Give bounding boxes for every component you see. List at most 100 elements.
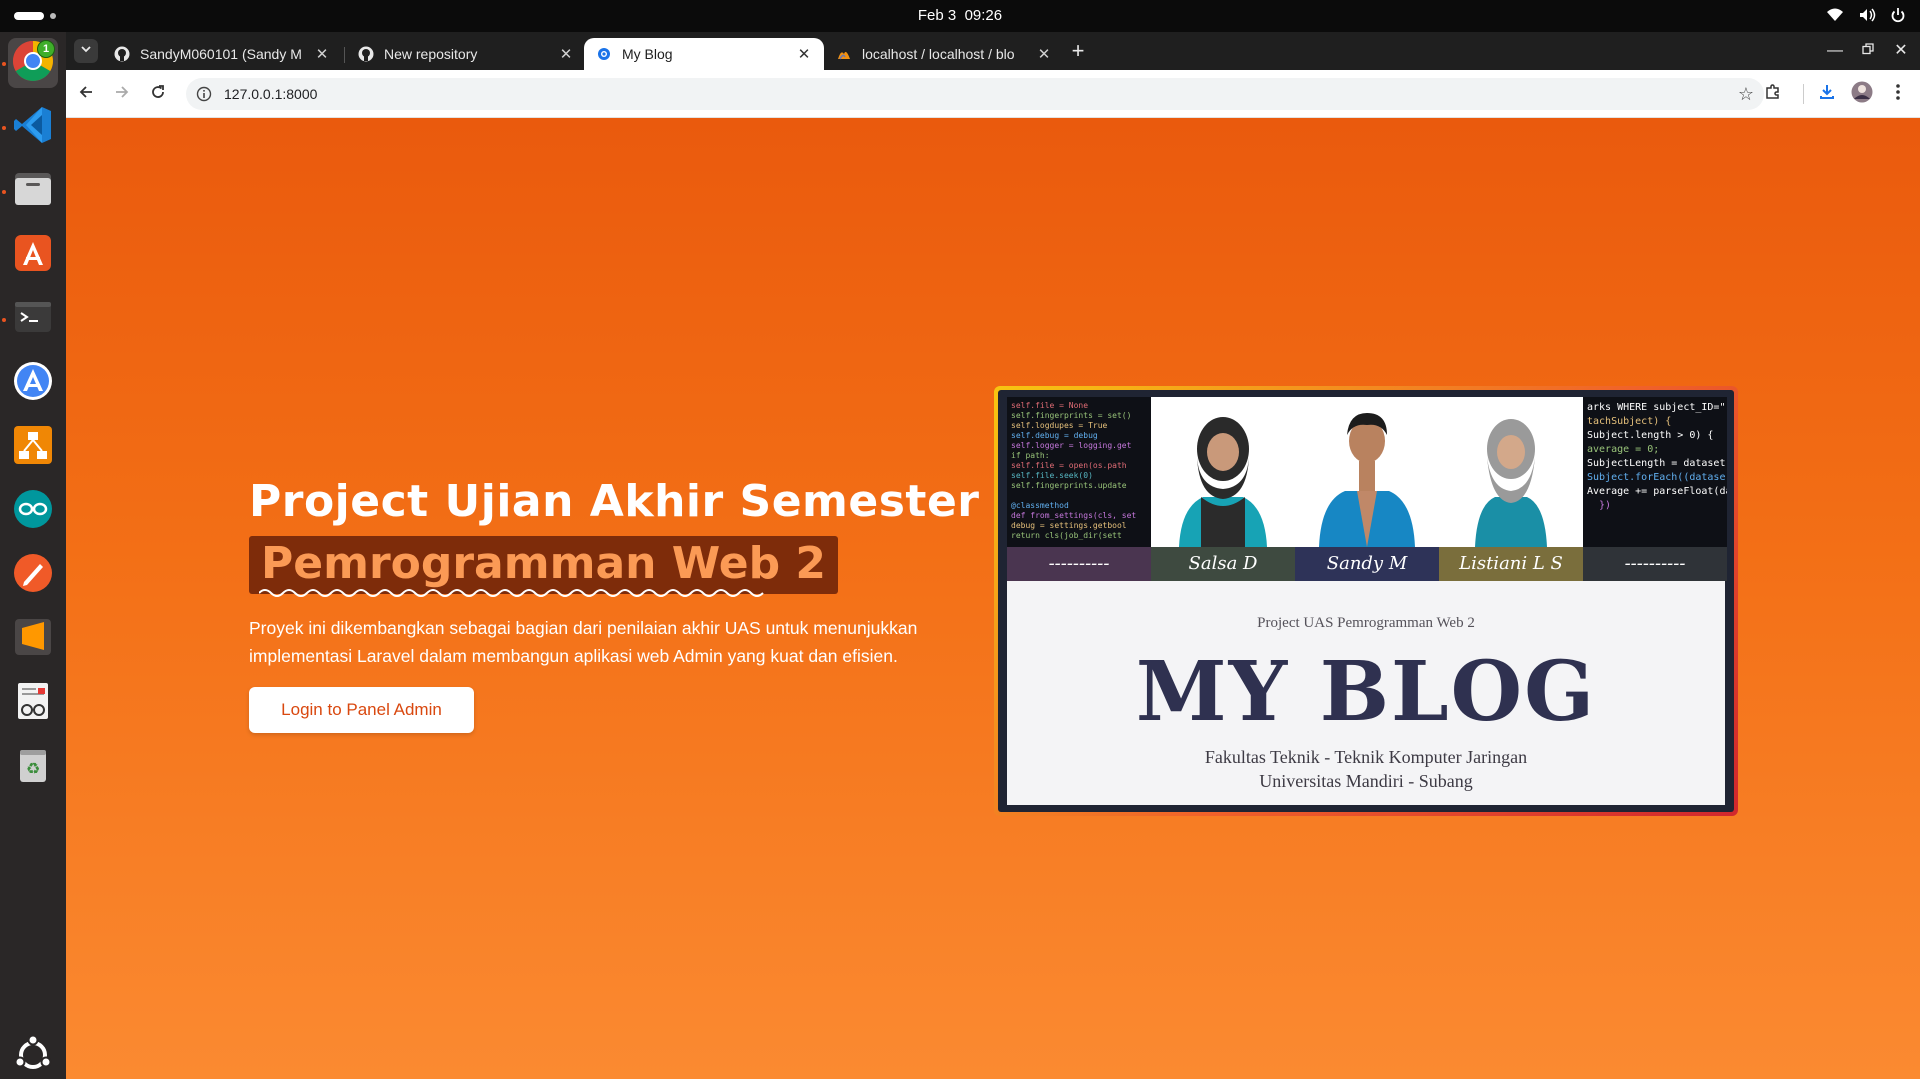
banner-title: MY BLOG [1135, 644, 1597, 740]
system-tray[interactable] [1826, 6, 1906, 24]
tab-my-blog[interactable]: My Blog ✕ [584, 38, 824, 70]
arduino-icon [12, 488, 54, 535]
dock-chrome[interactable]: 1 [8, 38, 58, 88]
chevron-down-icon [80, 42, 92, 60]
clock-date: Feb 3 [917, 7, 957, 24]
name-bar-text: Sandy M [1326, 553, 1408, 574]
document-viewer-icon [12, 680, 54, 727]
volume-icon [1858, 6, 1876, 24]
dock-files[interactable] [8, 166, 58, 216]
dock-document-viewer[interactable] [8, 678, 58, 728]
sublime-icon [12, 616, 54, 663]
dock-design-tool[interactable] [8, 550, 58, 600]
banner-affiliation: Fakultas Teknik - Teknik Komputer Jaring… [1007, 745, 1725, 793]
forward-button[interactable] [110, 82, 134, 106]
banner-university: Universitas Mandiri - Subang [1259, 771, 1473, 791]
diagram-icon [12, 424, 54, 471]
banner-faculty: Fakultas Teknik - Teknik Komputer Jaring… [1204, 747, 1528, 767]
name-bar-listiani: Listiani L S [1439, 547, 1583, 581]
dock-show-apps[interactable] [8, 1032, 58, 1079]
name-bar-text: Listiani L S [1459, 553, 1563, 574]
puzzle-icon [1764, 83, 1782, 106]
running-indicator [2, 318, 6, 322]
svg-text:♻: ♻ [26, 759, 40, 778]
hero-title: Project Ujian Akhir Semester [249, 476, 980, 527]
dock: 1 ♻ [0, 32, 66, 1079]
name-bar-sandy: Sandy M [1295, 547, 1439, 581]
hero-highlight: Pemrogramman Web 2 [249, 536, 839, 597]
download-icon [1818, 83, 1836, 106]
tab-title: New repository [384, 46, 478, 62]
android-studio-icon [12, 360, 54, 407]
name-bar-salsa: Salsa D [1151, 547, 1295, 581]
code-decoration-left: self.file = None self.fingerprints = set… [1007, 397, 1151, 547]
close-icon[interactable]: ✕ [314, 45, 330, 63]
phpmyadmin-icon [836, 46, 852, 62]
clock[interactable]: Feb 3 09:26 [0, 7, 1920, 24]
system-top-bar: Feb 3 09:26 [0, 0, 1920, 32]
dock-app-center[interactable] [8, 230, 58, 280]
reload-button[interactable] [146, 82, 170, 106]
dock-android-studio[interactable] [8, 358, 58, 408]
close-icon[interactable]: ✕ [558, 45, 574, 63]
clock-time: 09:26 [964, 7, 1003, 24]
tab-title: localhost / localhost / blo [862, 46, 1015, 62]
dock-trash[interactable]: ♻ [8, 742, 58, 792]
running-indicator [2, 126, 6, 130]
photo-listiani [1439, 397, 1583, 547]
name-bar-left: ---------- [1007, 547, 1151, 581]
restore-icon [1862, 42, 1874, 59]
photo-sandy [1295, 397, 1439, 547]
close-icon: ✕ [1894, 42, 1908, 59]
toolbar-divider [1803, 84, 1804, 104]
tab-new-repository[interactable]: New repository ✕ [346, 38, 586, 70]
minimize-button[interactable]: — [1824, 40, 1846, 62]
app-center-icon [12, 232, 54, 279]
files-icon [12, 168, 54, 215]
dock-arduino[interactable] [8, 486, 58, 536]
pen-icon [12, 552, 54, 599]
close-icon[interactable]: ✕ [796, 45, 812, 63]
tab-search-button[interactable] [74, 39, 98, 63]
restore-button[interactable] [1857, 40, 1879, 62]
trash-icon: ♻ [12, 744, 54, 791]
photo-strip: self.file = None self.fingerprints = set… [1007, 397, 1727, 547]
arrow-right-icon [114, 84, 130, 105]
dock-terminal[interactable] [8, 294, 58, 344]
tab-separator [344, 47, 345, 63]
back-button[interactable] [74, 82, 98, 106]
web-page: Project Ujian Akhir Semester Pemrogramma… [66, 118, 1920, 1079]
tab-github-profile[interactable]: SandyM060101 (Sandy M ✕ [102, 38, 342, 70]
hero-highlight-text: Pemrogramman Web 2 [261, 538, 827, 589]
name-bar-text: ---------- [1624, 553, 1686, 574]
dock-sublime[interactable] [8, 614, 58, 664]
extensions-button[interactable] [1761, 82, 1785, 106]
notification-badge: 1 [37, 40, 55, 58]
close-icon[interactable]: ✕ [1036, 45, 1052, 63]
vscode-icon [12, 104, 54, 151]
name-bar-text: ---------- [1048, 553, 1110, 574]
banner-card: self.file = None self.fingerprints = set… [994, 386, 1738, 816]
banner-subtitle: Project UAS Pemrogramman Web 2 [1257, 615, 1475, 631]
dock-vscode[interactable] [8, 102, 58, 152]
reload-icon [150, 84, 166, 105]
address-bar[interactable]: 127.0.0.1:8000 ☆ [186, 78, 1764, 110]
bookmark-star-icon[interactable]: ☆ [1738, 84, 1754, 105]
tab-phpmyadmin[interactable]: localhost / localhost / blo ✕ [824, 38, 1064, 70]
arrow-left-icon [78, 84, 94, 105]
more-vert-icon [1895, 83, 1901, 106]
new-tab-button[interactable]: + [1066, 40, 1090, 64]
login-panel-admin-button[interactable]: Login to Panel Admin [249, 687, 474, 733]
menu-button[interactable] [1886, 82, 1910, 106]
power-icon [1890, 7, 1906, 23]
dock-diagram[interactable] [8, 422, 58, 472]
downloads-button[interactable] [1815, 82, 1839, 106]
hero-description: Proyek ini dikembangkan sebagai bagian d… [249, 618, 918, 666]
code-decoration-right: arks WHERE subject_ID=" tachSubject) { S… [1583, 397, 1727, 547]
github-icon [114, 46, 130, 62]
site-info-icon[interactable] [196, 86, 212, 102]
globe-icon [596, 46, 612, 62]
avatar [1851, 81, 1873, 108]
profile-button[interactable] [1850, 81, 1874, 108]
close-window-button[interactable]: ✕ [1890, 40, 1912, 62]
